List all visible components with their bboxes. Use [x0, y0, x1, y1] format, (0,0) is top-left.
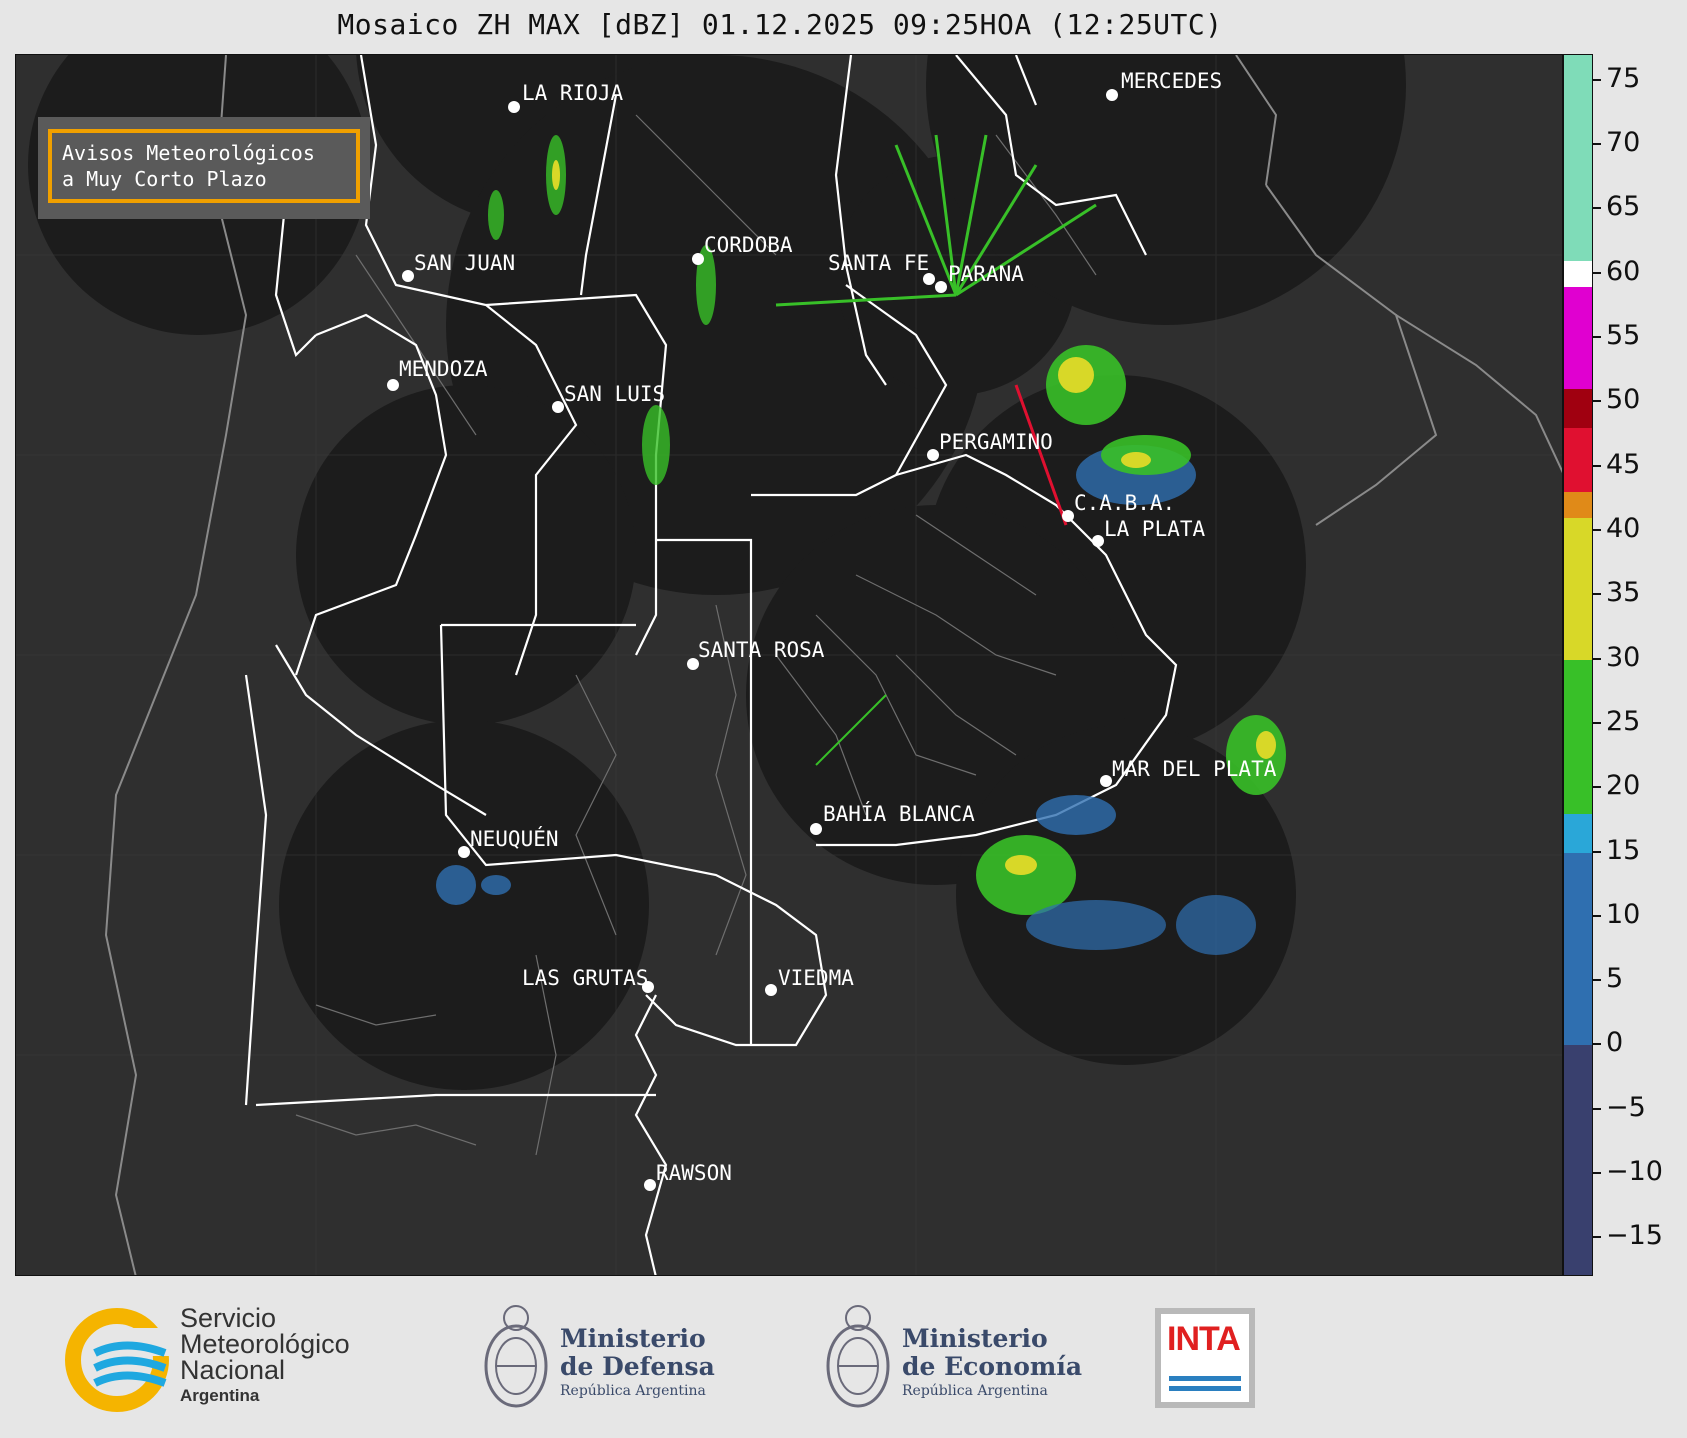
colorbar-tick [1593, 78, 1601, 81]
coat-of-arms-icon [484, 1305, 548, 1408]
colorbar-tick [1593, 335, 1601, 338]
colorbar-tick-label: 50 [1606, 384, 1641, 416]
colorbar-tick-label: 40 [1606, 512, 1641, 544]
defensa-line1: Ministerio [560, 1324, 706, 1353]
city-label: SANTA FE [828, 251, 930, 275]
smn-line3: Nacional [180, 1355, 286, 1385]
colorbar-tick-label: 30 [1606, 641, 1641, 673]
city-label: SANTA ROSA [698, 638, 825, 662]
colorbar-tick [1593, 979, 1601, 982]
colorbar-segment [1564, 389, 1592, 429]
colorbar-tick [1593, 593, 1601, 596]
colorbar-segment [1564, 826, 1592, 1046]
map-title: Mosaico ZH MAX [dBZ] 01.12.2025 09:25HOA… [337, 8, 1223, 41]
colorbar-segment [1564, 55, 1592, 261]
city-label: SAN LUIS [564, 382, 666, 406]
colorbar-tick-label: 15 [1606, 834, 1641, 866]
colorbar-tick-label: 45 [1606, 448, 1641, 480]
city-label: PARANA [948, 262, 1024, 286]
defensa-line3: República Argentina [560, 1383, 706, 1399]
colorbar-tick [1593, 528, 1601, 531]
colorbar-tick [1593, 914, 1601, 917]
city-label: PERGAMINO [939, 430, 1053, 454]
colorbar-tick [1593, 1043, 1601, 1046]
coat-of-arms-icon [826, 1305, 890, 1408]
colorbar-segment [1564, 518, 1592, 660]
economia-line2: de Economía [902, 1352, 1083, 1381]
colorbar-tick [1593, 1107, 1601, 1110]
city-label: MERCEDES [1121, 69, 1223, 93]
city-label: BAHÍA BLANCA [823, 802, 975, 826]
economia-line1: Ministerio [902, 1324, 1048, 1353]
smn-logo-text: Servicio Meteorológico Nacional Argentin… [180, 1305, 350, 1409]
colorbar-tick-label: 65 [1606, 191, 1641, 223]
city-label: LA RIOJA [522, 81, 624, 105]
defensa-line2: de Defensa [560, 1352, 715, 1381]
colorbar-tick [1593, 464, 1601, 467]
smn-line2: Meteorológico [180, 1329, 350, 1359]
colorbar-segment [1564, 659, 1592, 814]
colorbar-tick [1593, 143, 1601, 146]
colorbar-tick [1593, 271, 1601, 274]
colorbar-tick [1593, 850, 1601, 853]
colorbar-tick [1593, 400, 1601, 403]
smn-line1: Servicio [180, 1303, 277, 1333]
city-label: RAWSON [656, 1161, 732, 1185]
colorbar-tick-label: 70 [1606, 127, 1641, 159]
colorbar-segment [1564, 813, 1592, 853]
colorbar-tick-label: −15 [1606, 1220, 1663, 1252]
colorbar-segment [1564, 260, 1592, 287]
economia-logo-text: Ministerio de Economía República Argenti… [902, 1325, 1082, 1401]
smn-logo-icon [65, 1308, 175, 1412]
aviso-label-box: Avisos Meteorológicos a Muy Corto Plazo [38, 117, 370, 219]
colorbar-tick-label: −5 [1606, 1091, 1646, 1123]
colorbar-segment [1564, 428, 1592, 493]
colorbar-tick-label: 35 [1606, 577, 1641, 609]
inta-logo-bar [1169, 1386, 1241, 1391]
colorbar-tick [1593, 657, 1601, 660]
economia-line3: República Argentina [902, 1383, 1048, 1399]
colorbar-tick-label: 5 [1606, 963, 1624, 995]
city-label: LA PLATA [1104, 517, 1206, 541]
city-label: MENDOZA [399, 357, 488, 381]
colorbar-tick-label: 55 [1606, 319, 1641, 351]
colorbar-tick-label: 75 [1606, 62, 1641, 94]
colorbar-tick [1593, 1172, 1601, 1175]
logo-footer: Servicio Meteorológico Nacional Argentin… [0, 1280, 1687, 1438]
city-label: NEUQUÉN [470, 827, 559, 851]
defensa-logo-text: Ministerio de Defensa República Argentin… [560, 1325, 715, 1401]
colorbar-tick-label: 25 [1606, 705, 1641, 737]
aviso-label-line2: a Muy Corto Plazo [62, 167, 267, 191]
colorbar-tick-label: 0 [1606, 1027, 1624, 1059]
city-label: MAR DEL PLATA [1112, 757, 1277, 781]
colorbar-tick-label: 60 [1606, 255, 1641, 287]
city-label: SAN JUAN [414, 251, 516, 275]
colorbar-segment [1564, 492, 1592, 519]
inta-logo-text: INTA [1167, 1320, 1241, 1358]
colorbar-tick [1593, 1236, 1601, 1239]
inta-logo-bar [1169, 1376, 1241, 1381]
colorbar-tick-label: −10 [1606, 1156, 1663, 1188]
colorbar-tick [1593, 786, 1601, 789]
colorbar-tick [1593, 721, 1601, 724]
city-label: C.A.B.A. [1074, 491, 1176, 515]
colorbar-tick-label: 10 [1606, 898, 1641, 930]
radar-map[interactable]: Avisos Meteorológicos a Muy Corto Plazo … [15, 54, 1563, 1276]
aviso-label-line1: Avisos Meteorológicos [62, 141, 315, 165]
colorbar-tick-label: 20 [1606, 770, 1641, 802]
dbz-colorbar [1563, 54, 1593, 1276]
colorbar-segment [1564, 1045, 1592, 1275]
colorbar-tick [1593, 207, 1601, 210]
colorbar-segment [1564, 286, 1592, 390]
city-label: CORDOBA [704, 233, 793, 257]
smn-line4: Argentina [180, 1386, 260, 1405]
city-label: VIEDMA [778, 966, 854, 990]
inta-logo: INTA [1155, 1308, 1255, 1408]
city-label: LAS GRUTAS [522, 966, 649, 990]
